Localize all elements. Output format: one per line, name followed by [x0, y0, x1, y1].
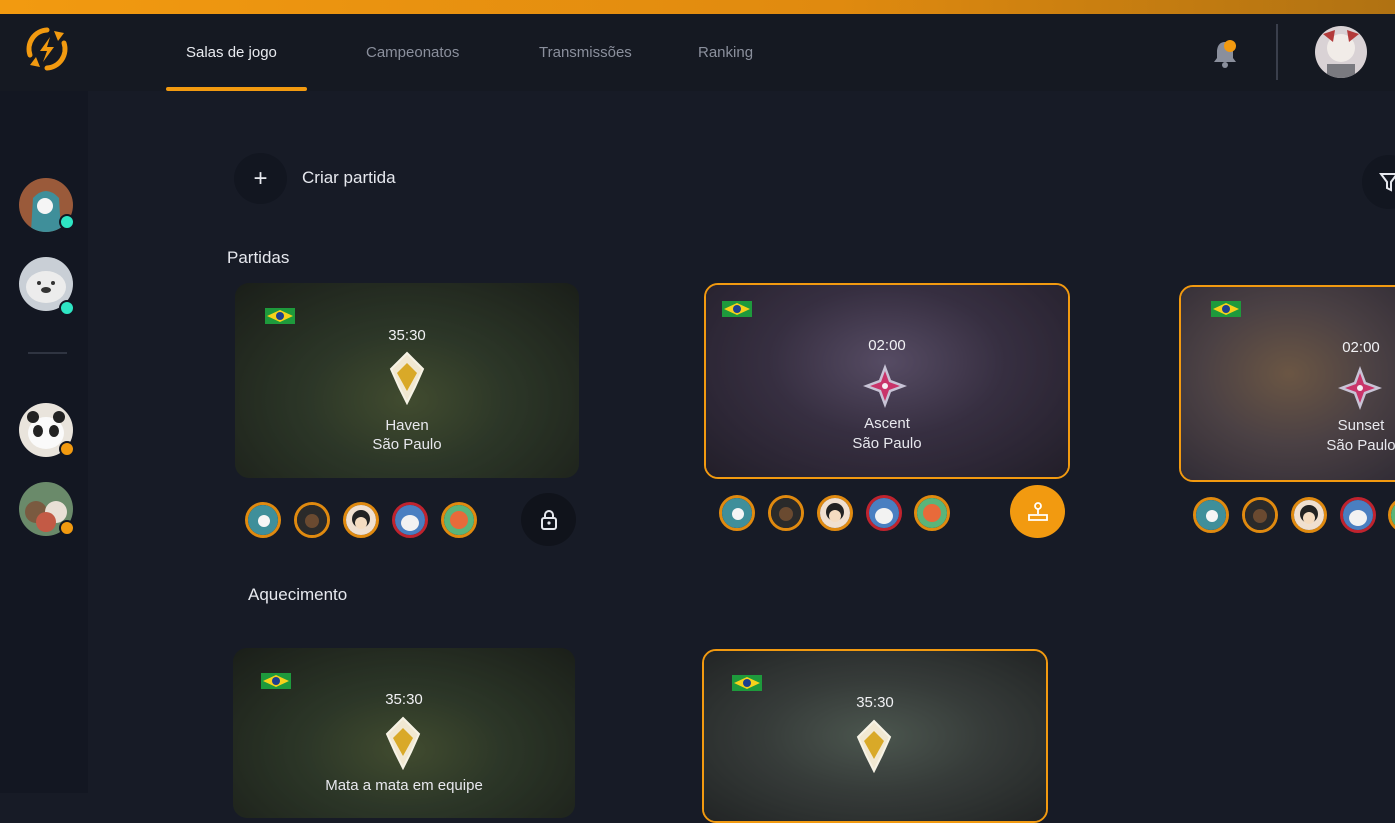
plus-icon: + — [253, 164, 268, 192]
player-avatar[interactable] — [245, 502, 281, 538]
player-avatar[interactable] — [1242, 497, 1278, 533]
notification-dot — [1224, 40, 1236, 52]
player-avatar[interactable] — [719, 495, 755, 531]
top-accent-stripe — [0, 0, 1395, 14]
warmup-timer: 35:30 — [385, 691, 423, 708]
create-match-button[interactable]: + — [234, 153, 287, 204]
join-match-button[interactable] — [1010, 485, 1065, 538]
online-status-dot — [59, 214, 75, 230]
warmup-card[interactable]: 35:30 — [702, 649, 1048, 823]
match-city: São Paulo — [852, 435, 922, 452]
match-card[interactable]: 02:00 Sunset São Paulo — [1179, 285, 1395, 482]
player-avatar[interactable] — [392, 502, 428, 538]
match-city: São Paulo — [372, 436, 442, 453]
player-avatar[interactable] — [817, 495, 853, 531]
diamond-rank-icon — [863, 364, 907, 408]
diamond-rank-icon — [1338, 366, 1382, 410]
tab-salas-de-jogo[interactable]: Salas de jogo — [186, 44, 277, 61]
player-avatar[interactable] — [1388, 497, 1395, 533]
brazil-flag-icon — [722, 301, 752, 317]
filter-button[interactable] — [1362, 155, 1395, 209]
header-divider — [1276, 24, 1278, 80]
match-city: São Paulo — [1326, 437, 1395, 454]
match-map-name: Haven — [385, 417, 429, 434]
warmup-timer: 35:30 — [856, 694, 894, 711]
gold-rank-icon — [389, 351, 425, 405]
player-avatar[interactable] — [441, 502, 477, 538]
online-status-dot — [59, 300, 75, 316]
tab-ranking[interactable]: Ranking — [698, 44, 753, 61]
joystick-icon — [1027, 501, 1048, 521]
filter-icon — [1379, 173, 1395, 192]
locked-room-button[interactable] — [521, 493, 576, 546]
user-avatar[interactable] — [1315, 26, 1367, 78]
gold-rank-icon — [385, 716, 421, 770]
active-tab-indicator — [166, 87, 307, 91]
match-timer: 35:30 — [388, 327, 426, 344]
warmup-map-name: Mata a mata em equipe — [325, 777, 483, 794]
refresh-lightning-logo[interactable] — [24, 25, 70, 73]
player-avatar[interactable] — [343, 502, 379, 538]
lock-icon — [540, 509, 557, 530]
create-match-label[interactable]: Criar partida — [302, 168, 396, 188]
brazil-flag-icon — [265, 308, 295, 324]
match-timer: 02:00 — [1342, 339, 1380, 356]
away-status-dot — [59, 441, 75, 457]
section-title-partidas: Partidas — [227, 248, 290, 267]
brazil-flag-icon — [732, 675, 762, 691]
match-map-name: Ascent — [864, 415, 910, 432]
match-card[interactable]: 35:30 Haven São Paulo — [235, 283, 579, 478]
player-avatar[interactable] — [1193, 497, 1229, 533]
sidebar-divider — [28, 352, 67, 354]
player-avatar[interactable] — [914, 495, 950, 531]
gold-rank-icon — [856, 719, 892, 773]
player-avatar[interactable] — [1291, 497, 1327, 533]
brazil-flag-icon — [261, 673, 291, 689]
away-status-dot — [59, 520, 75, 536]
match-card[interactable]: 02:00 Ascent São Paulo — [704, 283, 1070, 479]
player-avatar[interactable] — [294, 502, 330, 538]
section-title-aquecimento: Aquecimento — [248, 585, 348, 604]
player-avatar[interactable] — [768, 495, 804, 531]
player-avatar[interactable] — [1340, 497, 1376, 533]
tab-campeonatos[interactable]: Campeonatos — [366, 44, 459, 61]
match-timer: 02:00 — [868, 337, 906, 354]
tab-transmissoes[interactable]: Transmissões — [539, 44, 632, 61]
brazil-flag-icon — [1211, 301, 1241, 317]
player-avatar[interactable] — [866, 495, 902, 531]
match-map-name: Sunset — [1337, 417, 1385, 434]
